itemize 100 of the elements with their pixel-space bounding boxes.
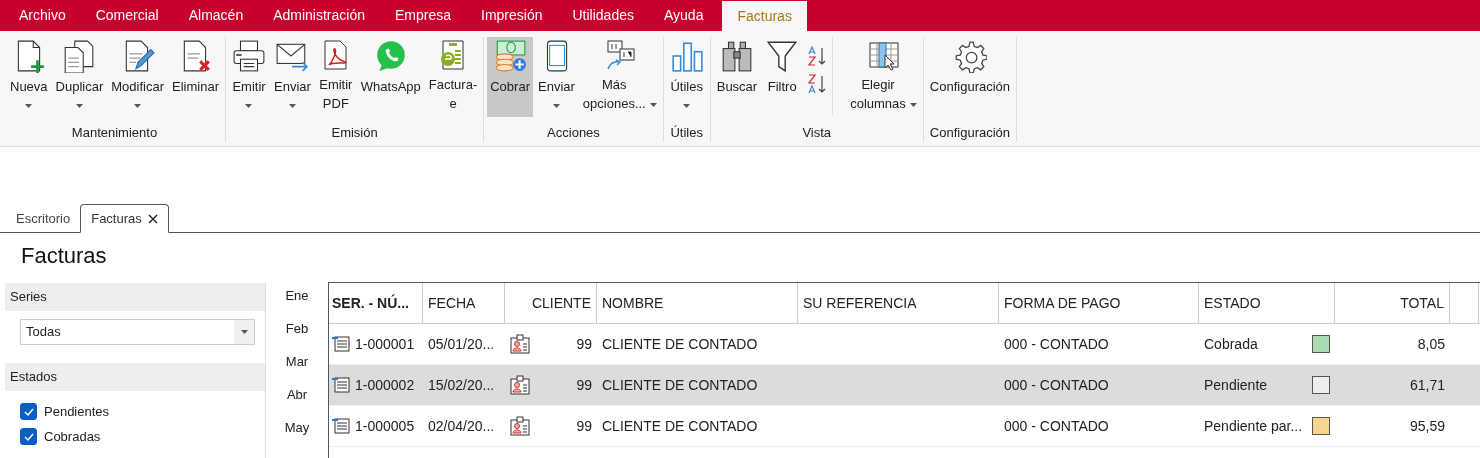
- printer-icon: [232, 39, 266, 73]
- caret-icon: [909, 103, 917, 107]
- ribbon-button[interactable]: Útiles: [666, 37, 707, 117]
- contact-card-icon: [510, 416, 530, 436]
- table-cell-text: 15/02/20...: [427, 376, 496, 395]
- section-heading: Estados: [5, 363, 265, 391]
- section-heading: Series: [5, 283, 265, 311]
- table-cell: 1-000002: [355, 377, 415, 393]
- document-list-icon: [332, 336, 350, 352]
- ribbon-button[interactable]: Eliminar: [169, 37, 222, 117]
- menu-tab[interactable]: Administración: [258, 0, 380, 31]
- table-cell-text: 95,59: [1408, 417, 1446, 436]
- ribbon-button[interactable]: Filtro: [762, 37, 803, 117]
- checkbox[interactable]: [20, 403, 37, 420]
- month-item[interactable]: Abr: [286, 387, 308, 420]
- menu-tab[interactable]: Comercial: [80, 0, 174, 31]
- ribbon-button[interactable]: Factura-e: [425, 37, 481, 117]
- ribbon-button[interactable]: Elegir columnas: [847, 37, 920, 117]
- ribbon-button[interactable]: Más opciones...: [579, 37, 660, 117]
- contact-card-icon: [510, 375, 530, 395]
- caret-icon: [240, 330, 248, 334]
- menu-tab[interactable]: Empresa: [380, 0, 467, 31]
- column-header[interactable]: SU REFERENCIA: [798, 283, 999, 323]
- table-cell-text: CLIENTE DE CONTADO: [601, 417, 759, 436]
- menu-tab[interactable]: Facturas: [722, 1, 807, 31]
- caret-icon: [683, 104, 691, 108]
- menu-tab[interactable]: Impresión: [466, 0, 558, 31]
- table-columns-icon: [866, 39, 901, 71]
- ribbon-group-label: Mantenimiento: [70, 124, 159, 140]
- column-header[interactable]: NOMBRE: [597, 283, 798, 323]
- menu-tab[interactable]: Ayuda: [649, 0, 719, 31]
- table-row[interactable]: 1-000002 15/02/20... 99 CLIENTE DE CONTADO 000 - CONTADO Pendiente 61,71: [329, 365, 1480, 406]
- checkmark-icon: [23, 432, 34, 441]
- ribbon-button[interactable]: Buscar: [713, 37, 761, 117]
- caret-icon: [288, 104, 296, 108]
- ribbon-group-label: Emisión: [330, 124, 379, 140]
- caret-icon: [75, 104, 83, 108]
- checkbox-label: Cobradas: [44, 429, 101, 444]
- table-cell: Pendiente: [1204, 377, 1268, 393]
- menu-tab[interactable]: Archivo: [4, 0, 81, 31]
- contact-card-icon: [510, 334, 530, 354]
- ribbon-button[interactable]: Emitir: [229, 37, 269, 117]
- ribbon-button[interactable]: Cobrar: [487, 37, 533, 117]
- ribbon-button[interactable]: Enviar: [271, 37, 314, 117]
- series-dropdown[interactable]: Todas: [20, 319, 255, 345]
- month-item[interactable]: Mar: [285, 354, 309, 387]
- checkmark-icon: [23, 407, 34, 416]
- ribbon-button[interactable]: Emitir PDF: [315, 37, 356, 117]
- month-item[interactable]: Ene: [285, 288, 309, 321]
- caret-icon: [134, 104, 142, 108]
- checkbox-label: Pendientes: [44, 404, 110, 419]
- document-list-icon: [332, 377, 350, 393]
- bar-chart-icon: [669, 39, 704, 73]
- column-header[interactable]: ESTADO: [1199, 283, 1335, 323]
- ribbon-button[interactable]: Configuración: [926, 37, 1014, 117]
- page-title: Facturas: [20, 242, 108, 270]
- menu-tab[interactable]: Almacén: [173, 0, 259, 31]
- ribbon-group-label: Vista: [801, 124, 833, 140]
- table-cell-text: 000 - CONTADO: [1003, 376, 1110, 395]
- column-header[interactable]: FECHA: [423, 283, 505, 323]
- table-cell-text: 61,71: [1408, 376, 1446, 395]
- column-header[interactable]: TOTAL: [1335, 283, 1450, 323]
- checkbox[interactable]: [20, 428, 37, 445]
- table-cell: Cobrada: [1204, 336, 1258, 352]
- table-cell-text: 000 - CONTADO: [1003, 335, 1110, 354]
- table-cell-text: 99: [575, 336, 592, 352]
- column-header[interactable]: CLIENTE: [505, 283, 597, 323]
- ribbon-group-label: Configuración: [928, 124, 1012, 140]
- table-cell: 1-000001: [355, 336, 415, 352]
- table-cell-text: 02/04/20...: [427, 417, 496, 436]
- table-cell-text: 99: [575, 418, 592, 434]
- funnel-icon: [765, 39, 800, 73]
- close-icon[interactable]: [147, 213, 158, 224]
- money-coins-icon: [493, 39, 528, 73]
- document-tab[interactable]: Facturas: [80, 204, 169, 233]
- ribbon-button[interactable]: Duplicar: [52, 37, 107, 117]
- ribbon-group-label: Útiles: [669, 124, 704, 140]
- table-cell: 1-000005: [355, 418, 415, 434]
- table-cell-text: 99: [575, 377, 592, 393]
- ribbon-group-label: Acciones: [546, 124, 601, 140]
- caret-icon: [25, 104, 33, 108]
- table-cell-text: 05/01/20...: [427, 335, 496, 354]
- ribbon-button[interactable]: WhatsApp: [357, 37, 424, 117]
- table-cell: Pendiente par...: [1204, 418, 1303, 434]
- ribbon-button[interactable]: Modificar: [108, 37, 167, 117]
- caret-icon: [245, 104, 253, 108]
- caret-icon: [552, 104, 560, 108]
- ribbon-button[interactable]: Enviar: [535, 37, 578, 117]
- menu-tab[interactable]: Utilidades: [557, 0, 649, 31]
- table-cell-text: CLIENTE DE CONTADO: [601, 376, 759, 395]
- column-header[interactable]: FORMA DE PAGO: [999, 283, 1199, 323]
- table-cell-text: 8,05: [1416, 335, 1446, 354]
- ribbon-button[interactable]: Nueva: [7, 37, 51, 117]
- table-cell-text: 000 - CONTADO: [1003, 417, 1110, 436]
- document-tab[interactable]: Escritorio: [6, 205, 81, 232]
- column-header[interactable]: SER. - NÚ...: [329, 283, 423, 323]
- table-cell-text: CLIENTE DE CONTADO: [601, 335, 759, 354]
- month-item[interactable]: May: [284, 420, 310, 453]
- month-item[interactable]: Feb: [285, 321, 309, 354]
- document-list-icon: [332, 418, 350, 434]
